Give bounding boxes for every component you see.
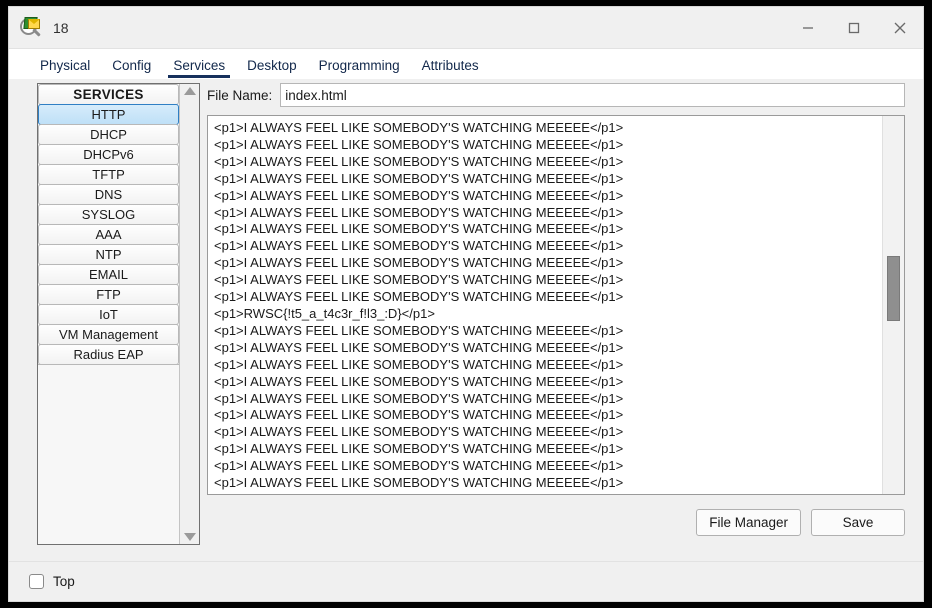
sidebar-item-iot[interactable]: IoT xyxy=(38,304,179,325)
services-list-header: SERVICES xyxy=(38,84,179,105)
code-line: <p1>I ALWAYS FEEL LIKE SOMEBODY'S WATCHI… xyxy=(214,272,624,288)
code-line: <p1>I ALWAYS FEEL LIKE SOMEBODY'S WATCHI… xyxy=(214,187,624,203)
file-manager-button[interactable]: File Manager xyxy=(696,509,801,536)
code-line: <p1>I ALWAYS FEEL LIKE SOMEBODY'S WATCHI… xyxy=(214,289,624,305)
window-title: 18 xyxy=(53,19,69,36)
sidebar-item-dhcpv6[interactable]: DHCPv6 xyxy=(38,144,179,165)
code-line: <p1>I ALWAYS FEEL LIKE SOMEBODY'S WATCHI… xyxy=(214,120,624,135)
save-button[interactable]: Save xyxy=(811,509,905,536)
code-line: <p1>I ALWAYS FEEL LIKE SOMEBODY'S WATCHI… xyxy=(214,136,624,152)
window-controls xyxy=(785,7,923,49)
code-line: <p1>I ALWAYS FEEL LIKE SOMEBODY'S WATCHI… xyxy=(214,475,624,491)
code-line: <p1>I ALWAYS FEEL LIKE SOMEBODY'S WATCHI… xyxy=(214,339,624,355)
top-checkbox[interactable] xyxy=(29,574,44,589)
tab-physical[interactable]: Physical xyxy=(29,58,101,79)
sidebar-item-email[interactable]: EMAIL xyxy=(38,264,179,285)
code-line: <p1>I ALWAYS FEEL LIKE SOMEBODY'S WATCHI… xyxy=(214,170,624,186)
code-line: <p1>I ALWAYS FEEL LIKE SOMEBODY'S WATCHI… xyxy=(214,458,624,474)
code-line: <p1>I ALWAYS FEEL LIKE SOMEBODY'S WATCHI… xyxy=(214,238,624,254)
sidebar-item-http[interactable]: HTTP xyxy=(38,104,179,125)
code-line: <p1>I ALWAYS FEEL LIKE SOMEBODY'S WATCHI… xyxy=(214,255,624,271)
code-line: <p1>I ALWAYS FEEL LIKE SOMEBODY'S WATCHI… xyxy=(214,322,624,338)
code-line: <p1>I ALWAYS FEEL LIKE SOMEBODY'S WATCHI… xyxy=(214,373,624,389)
triangle-up-icon[interactable] xyxy=(183,87,196,95)
sidebar-item-vm-management[interactable]: VM Management xyxy=(38,324,179,345)
sidebar-item-radius-eap[interactable]: Radius EAP xyxy=(38,344,179,365)
minimize-button[interactable] xyxy=(785,7,831,49)
maximize-button[interactable] xyxy=(831,7,877,49)
code-line: <p1>I ALWAYS FEEL LIKE SOMEBODY'S WATCHI… xyxy=(214,441,624,457)
html-source-editor[interactable]: <p1>I ALWAYS FEEL LIKE SOMEBODY'S WATCHI… xyxy=(207,115,905,495)
code-line: <p1>I ALWAYS FEEL LIKE SOMEBODY'S WATCHI… xyxy=(214,407,624,423)
code-line: <p1>I ALWAYS FEEL LIKE SOMEBODY'S WATCHI… xyxy=(214,221,624,237)
code-line: <p1>I ALWAYS FEEL LIKE SOMEBODY'S WATCHI… xyxy=(214,492,882,494)
tab-bar: Physical Config Services Desktop Program… xyxy=(9,49,923,79)
triangle-down-icon[interactable] xyxy=(183,533,196,541)
html-source-lines[interactable]: <p1>I ALWAYS FEEL LIKE SOMEBODY'S WATCHI… xyxy=(208,116,882,494)
code-line-flag: <p1>RWSC{!t5_a_t4c3r_f!l3_:D}</p1> xyxy=(214,305,435,321)
services-sidebar: SERVICES HTTP DHCP DHCPv6 TFTP DNS SYSLO… xyxy=(37,83,200,545)
code-line: <p1>I ALWAYS FEEL LIKE SOMEBODY'S WATCHI… xyxy=(214,356,624,372)
sidebar-item-ntp[interactable]: NTP xyxy=(38,244,179,265)
close-button[interactable] xyxy=(877,7,923,49)
tab-desktop[interactable]: Desktop xyxy=(236,58,308,79)
code-line: <p1>I ALWAYS FEEL LIKE SOMEBODY'S WATCHI… xyxy=(214,204,624,220)
tab-programming[interactable]: Programming xyxy=(308,58,411,79)
title-bar: 18 xyxy=(9,7,923,49)
code-line: <p1>I ALWAYS FEEL LIKE SOMEBODY'S WATCHI… xyxy=(214,153,624,169)
services-list-empty-area xyxy=(38,364,179,365)
magnifier-envelope-icon xyxy=(19,15,45,41)
editor-actions: File Manager Save xyxy=(207,509,905,536)
services-list: SERVICES HTTP DHCP DHCPv6 TFTP DNS SYSLO… xyxy=(38,84,179,544)
footer-bar: Top xyxy=(9,561,923,601)
sidebar-item-syslog[interactable]: SYSLOG xyxy=(38,204,179,225)
tab-services[interactable]: Services xyxy=(162,58,236,79)
editor-scroll-thumb[interactable] xyxy=(887,256,900,321)
sidebar-item-dns[interactable]: DNS xyxy=(38,184,179,205)
sidebar-item-dhcp[interactable]: DHCP xyxy=(38,124,179,145)
sidebar-item-ftp[interactable]: FTP xyxy=(38,284,179,305)
filename-label: File Name: xyxy=(207,87,273,103)
code-line: <p1>I ALWAYS FEEL LIKE SOMEBODY'S WATCHI… xyxy=(214,390,624,406)
editor-vertical-scrollbar[interactable] xyxy=(882,116,904,494)
sidebar-item-tftp[interactable]: TFTP xyxy=(38,164,179,185)
filename-row: File Name: xyxy=(207,83,905,107)
top-checkbox-label: Top xyxy=(53,574,75,589)
device-config-window: 18 Physical Config Services Desktop Prog… xyxy=(8,6,924,602)
filename-input[interactable] xyxy=(280,83,905,107)
tab-attributes[interactable]: Attributes xyxy=(411,58,490,79)
http-service-pane: File Name: <p1>I ALWAYS FEEL LIKE SOMEBO… xyxy=(207,83,905,545)
code-line: <p1>I ALWAYS FEEL LIKE SOMEBODY'S WATCHI… xyxy=(214,424,624,440)
sidebar-item-aaa[interactable]: AAA xyxy=(38,224,179,245)
content-area: SERVICES HTTP DHCP DHCPv6 TFTP DNS SYSLO… xyxy=(9,79,923,601)
tab-config[interactable]: Config xyxy=(101,58,162,79)
sidebar-scrollbar[interactable] xyxy=(179,84,199,544)
